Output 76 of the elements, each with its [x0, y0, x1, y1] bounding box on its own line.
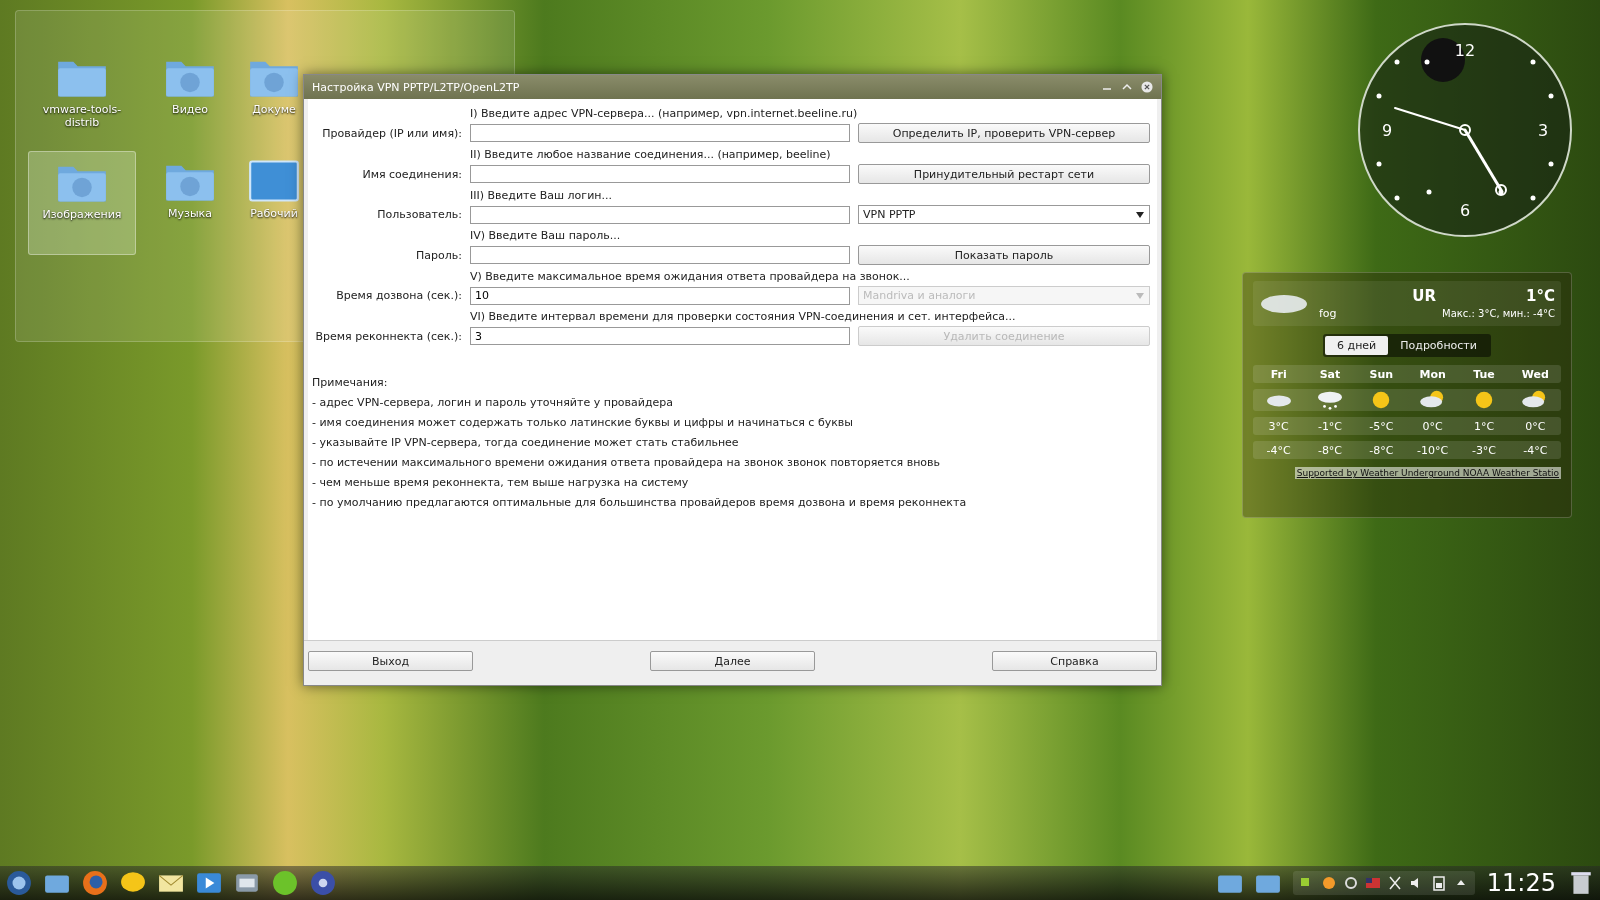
input-field[interactable]: 3 — [470, 327, 850, 345]
input-field[interactable]: 10 — [470, 286, 850, 305]
weather-tab[interactable]: Подробности — [1388, 336, 1489, 355]
action-button[interactable]: Определить IP, проверить VPN-сервер — [858, 123, 1150, 143]
action-button[interactable]: Принудительный рестарт сети — [858, 164, 1150, 184]
weekday-label: Sat — [1318, 367, 1342, 381]
high-temperature: 3°C — [1267, 419, 1290, 433]
weekday-label: Fri — [1269, 367, 1288, 381]
low-temperature: -3°C — [1470, 443, 1498, 457]
clock-numeral: 12 — [1454, 41, 1476, 60]
window-title: Настройка VPN PPTP/L2TP/OpenL2TP — [312, 80, 521, 94]
low-temperature: -10°C — [1416, 443, 1450, 457]
weather-condition: fog — [1319, 307, 1338, 320]
note-text: - указывайте IP VPN-сервера, тогда соединение может стать стабильнее — [312, 436, 740, 449]
refresh-icon[interactable] — [1342, 875, 1359, 891]
low-temperature: -4°C — [1522, 443, 1549, 457]
note-text: - чем меньше время реконнекта, тем выше нагрузка на систему — [312, 476, 690, 489]
field-label: Пользователь: — [376, 208, 462, 221]
weather-tab[interactable]: 6 дней — [1325, 336, 1389, 355]
monitor-icon — [248, 159, 300, 203]
clock-numeral: 3 — [1537, 121, 1549, 140]
field-label: Пароль: — [415, 248, 462, 262]
weather-range: Макс.: 3°C, мин.: -4°C — [1442, 308, 1555, 319]
weather-location: UR — [1411, 287, 1436, 305]
low-temperature: -4°C — [1265, 443, 1292, 457]
dropdown[interactable]: VPN PPTP — [858, 205, 1150, 224]
high-temperature: 1°C — [1472, 419, 1496, 433]
input-field[interactable] — [470, 124, 850, 142]
field-label: Провайдер (IP или имя): — [321, 126, 462, 140]
instruction-text: VI) Введите интервал времени для проверки состояния VPN-соединения и сет. интерфейса... — [470, 309, 1017, 323]
instruction-text: II) Введите любое название соединения... (например, beeline) — [470, 147, 832, 161]
note-text: - имя соединения может содержать только латинские буквы и цифры и начинаться с буквы — [312, 416, 854, 429]
instruction-text: III) Введите Ваш логин... — [470, 188, 613, 202]
scissors-icon[interactable] — [1386, 875, 1403, 891]
high-temperature: -1°C — [1316, 419, 1344, 433]
launcher-icon[interactable] — [6, 870, 32, 896]
high-temperature: 0°C — [1421, 419, 1444, 433]
note-text: - по умолчанию предлагаются оптимальные для большинства провайдеров время дозвона и время реконнекта — [312, 496, 968, 509]
weather-temperature: 1°C — [1525, 287, 1555, 305]
weekday-label: Sun — [1368, 367, 1395, 381]
clock-time: 11:25 — [1486, 869, 1556, 897]
snow-cloud-icon — [1316, 389, 1344, 411]
clock-numeral: 6 — [1459, 201, 1471, 220]
play-icon[interactable] — [196, 870, 222, 896]
clock-hands-icon — [1394, 107, 1507, 196]
weekday-label: Wed — [1520, 367, 1550, 381]
dialog-button[interactable]: Выход — [308, 651, 473, 671]
low-temperature: -8°C — [1316, 443, 1344, 457]
field-label: Время дозвона (сек.): — [335, 289, 462, 302]
input-field[interactable] — [470, 205, 850, 224]
low-temperature: -8°C — [1368, 443, 1395, 457]
dialog-button[interactable]: Далее — [650, 651, 815, 671]
globe-icon[interactable] — [82, 870, 108, 896]
note-text: - адрес VPN-сервера, логин и пароль уточняйте у провайдера — [312, 396, 675, 409]
battery-icon[interactable] — [1430, 875, 1447, 891]
instruction-text: IV) Введите Ваш пароль... — [470, 228, 622, 242]
weekday-label: Tue — [1472, 367, 1496, 381]
action-button[interactable]: Показать пароль — [858, 245, 1150, 265]
instruction-text: V) Введите максимальное время ожидания ответа провайдера на звонок... — [470, 269, 911, 283]
clock-numeral: 9 — [1381, 121, 1393, 140]
input-field[interactable] — [470, 246, 850, 264]
close-icon[interactable] — [1141, 81, 1153, 93]
dialog-button[interactable]: Справка — [992, 651, 1157, 671]
instruction-text: I) Введите адрес VPN-сервера... (например, vpn.internet.beeline.ru) — [470, 106, 859, 120]
trash-icon[interactable] — [1568, 870, 1594, 896]
orb-icon[interactable] — [272, 870, 298, 896]
note-text: - по истечении максимального времени ожидания ответа провайдера на звонок звонок повторяется вновь — [312, 456, 942, 469]
desktop-icon[interactable]: vmware-tools-distrib — [28, 47, 136, 151]
notes-heading: Примечания: — [312, 376, 389, 389]
weekday-label: Mon — [1418, 367, 1447, 381]
field-label: Время реконнекта (сек.): — [314, 329, 462, 343]
high-temperature: -5°C — [1368, 419, 1395, 433]
high-temperature: 0°C — [1524, 419, 1547, 433]
field-label: Имя соединения: — [361, 167, 462, 181]
input-field[interactable] — [470, 165, 850, 183]
weather-source-link[interactable]: Supported by Weather Underground NOAA Weather Statio — [1294, 467, 1561, 479]
